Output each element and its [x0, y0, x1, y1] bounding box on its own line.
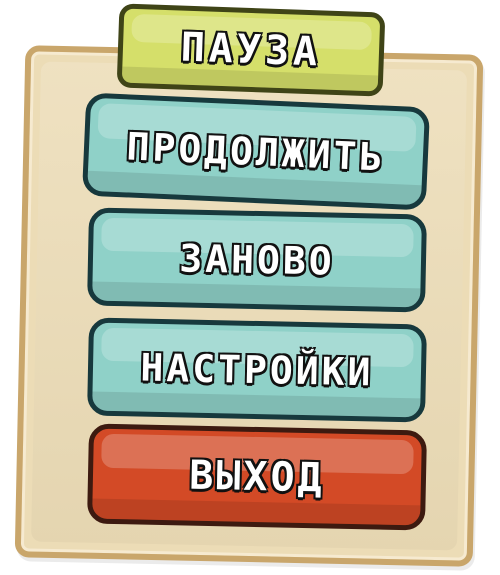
settings-label: НАСТРОЙКИ [139, 345, 375, 396]
pause-title: ПАУЗА [179, 24, 323, 77]
restart-label: ЗАНОВО [178, 235, 336, 284]
pause-menu: ПАУЗА ПРОДОЛЖИТЬ ЗАНОВО НАСТРОЙКИ ВЫХОД [0, 0, 500, 575]
continue-label: ПРОДОЛЖИТЬ [125, 123, 387, 180]
exit-label: ВЫХОД [188, 452, 326, 503]
continue-button[interactable]: ПРОДОЛЖИТЬ [81, 92, 431, 211]
settings-button[interactable]: НАСТРОЙКИ [87, 317, 427, 423]
pause-title-banner: ПАУЗА [116, 3, 386, 97]
exit-button[interactable]: ВЫХОД [86, 423, 428, 531]
restart-button[interactable]: ЗАНОВО [87, 207, 427, 313]
